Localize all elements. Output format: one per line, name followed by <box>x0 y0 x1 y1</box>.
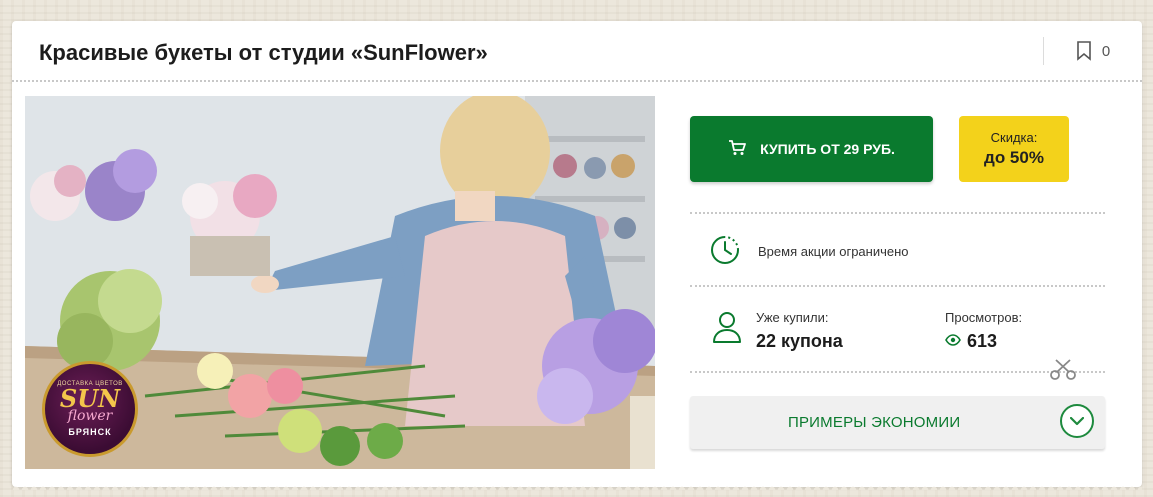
discount-label: Скидка: <box>990 130 1038 145</box>
views-value: 613 <box>967 331 998 351</box>
views-label: Просмотров: <box>945 310 1023 325</box>
user-icon <box>712 310 742 349</box>
discount-value: до 50% <box>984 148 1044 167</box>
divider <box>690 212 1105 214</box>
deal-card: Красивые букеты от студии «SunFlower» 0 <box>12 21 1142 490</box>
card-header: Красивые букеты от студии «SunFlower» 0 <box>12 21 1142 82</box>
cart-icon <box>728 139 746 159</box>
divider <box>690 371 1105 373</box>
buy-button-label: КУПИТЬ ОТ 29 РУБ. <box>760 141 895 157</box>
buy-button[interactable]: КУПИТЬ ОТ 29 РУБ. <box>690 116 933 182</box>
scissors-icon <box>1050 359 1076 386</box>
page-title: Красивые букеты от студии «SunFlower» <box>39 40 488 65</box>
bought-stat: Уже купили: 22 купона <box>712 310 843 352</box>
bought-label: Уже купили: <box>756 310 829 325</box>
savings-examples-toggle[interactable]: ПРИМЕРЫ ЭКОНОМИИ <box>690 396 1105 449</box>
clock-icon <box>709 234 741 269</box>
bookmark-button[interactable]: 0 <box>1043 37 1142 65</box>
brand-logo: ДОСТАВКА ЦВЕТОВ SUN flower БРЯНСК <box>42 361 138 457</box>
deal-photo: ДОСТАВКА ЦВЕТОВ SUN flower БРЯНСК <box>25 96 655 469</box>
discount-badge: Скидка: до 50% <box>959 116 1069 182</box>
bought-value: 22 купона <box>756 331 843 351</box>
bookmark-icon <box>1076 41 1092 61</box>
eye-icon <box>945 333 961 351</box>
divider <box>690 285 1105 287</box>
timer-text: Время акции ограничено <box>758 244 909 259</box>
chevron-down-icon[interactable] <box>1060 404 1094 438</box>
savings-label: ПРИМЕРЫ ЭКОНОМИИ <box>788 414 961 431</box>
bookmark-count: 0 <box>1101 42 1111 60</box>
timer-row: Время акции ограничено <box>709 234 909 269</box>
views-stat: Просмотров: 613 <box>945 310 1022 352</box>
